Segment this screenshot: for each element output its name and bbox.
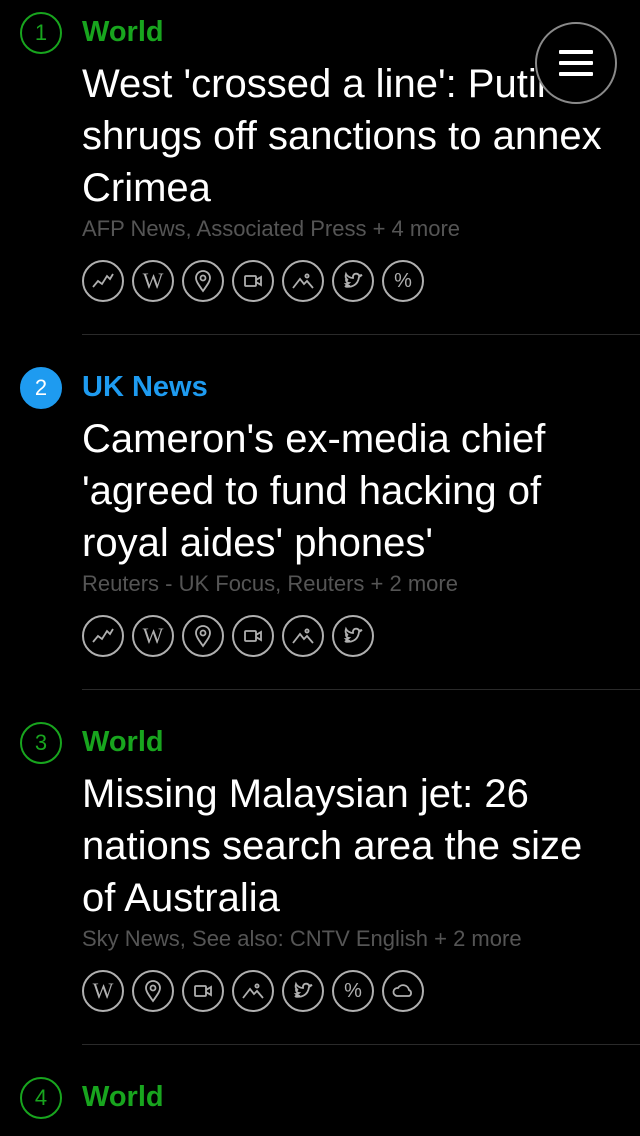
map-pin-icon[interactable] (182, 615, 224, 657)
twitter-icon[interactable] (332, 260, 374, 302)
twitter-icon[interactable] (282, 970, 324, 1012)
trend-icon[interactable] (82, 260, 124, 302)
video-icon[interactable] (232, 260, 274, 302)
video-icon[interactable] (232, 615, 274, 657)
story-headline[interactable]: Cameron's ex-media chief 'agreed to fund… (82, 413, 622, 569)
story-icons-row: W % (82, 970, 432, 1012)
story-sources[interactable]: Sky News, See also: CNTV English + 2 mor… (82, 924, 522, 954)
story-rank-badge: 2 (20, 367, 62, 409)
image-icon[interactable] (232, 970, 274, 1012)
story-sources[interactable]: AFP News, Associated Press + 4 more (82, 214, 460, 244)
story-divider (82, 334, 640, 335)
story-category[interactable]: World (82, 13, 164, 51)
story-category[interactable]: UK News (82, 368, 208, 406)
twitter-icon[interactable] (332, 615, 374, 657)
story-rank-badge: 1 (20, 12, 62, 54)
story-rank-badge: 3 (20, 722, 62, 764)
story-icons-row: W (82, 615, 382, 657)
hamburger-menu-icon[interactable] (535, 22, 617, 104)
wikipedia-icon[interactable]: W (132, 615, 174, 657)
story-category[interactable]: World (82, 723, 164, 761)
image-icon[interactable] (282, 615, 324, 657)
image-icon[interactable] (282, 260, 324, 302)
map-pin-icon[interactable] (182, 260, 224, 302)
percent-icon[interactable]: % (332, 970, 374, 1012)
weather-icon[interactable] (382, 970, 424, 1012)
wikipedia-icon[interactable]: W (82, 970, 124, 1012)
story-headline[interactable]: Missing Malaysian jet: 26 nations search… (82, 768, 622, 924)
story-icons-row: W % (82, 260, 432, 302)
story-category[interactable]: World (82, 1078, 164, 1116)
story-sources[interactable]: Reuters - UK Focus, Reuters + 2 more (82, 569, 458, 599)
story-divider (82, 689, 640, 690)
percent-icon[interactable]: % (382, 260, 424, 302)
story-divider (82, 1044, 640, 1045)
menu-bars (559, 50, 593, 76)
wikipedia-icon[interactable]: W (132, 260, 174, 302)
trend-icon[interactable] (82, 615, 124, 657)
map-pin-icon[interactable] (132, 970, 174, 1012)
story-rank-badge: 4 (20, 1077, 62, 1119)
video-icon[interactable] (182, 970, 224, 1012)
